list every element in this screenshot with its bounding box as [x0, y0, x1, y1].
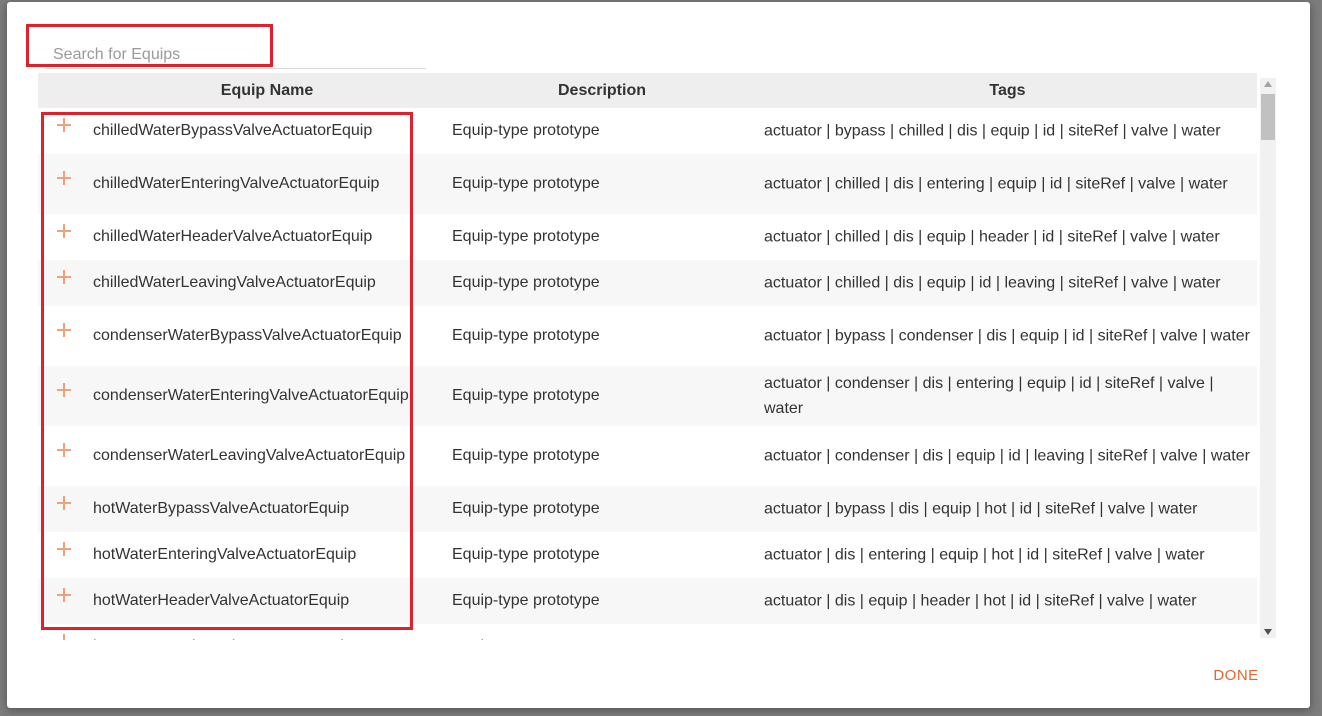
tags-cell: actuator | chilled | dis | equip | id | … [764, 274, 1221, 292]
equip-name-highlight-box [41, 112, 413, 630]
description-cell: Equip-type prototype [452, 228, 600, 245]
description-cell: Equip-type prototype [452, 175, 600, 192]
done-button[interactable]: DONE [1200, 662, 1272, 690]
tags-cell: actuator | chilled | dis | equip | heade… [764, 228, 1220, 246]
tags-cell: actuator | bypass | dis | equip | hot | … [764, 500, 1198, 518]
column-header-description[interactable]: Description [496, 73, 708, 108]
table-scrollbar[interactable] [1260, 78, 1276, 638]
column-header-tags[interactable]: Tags [758, 73, 1257, 108]
description-cell: Equip-type prototype [452, 274, 600, 291]
scroll-down-icon[interactable] [1264, 629, 1272, 635]
tags-cell: actuator | bypass | condenser | dis | eq… [764, 327, 1250, 345]
description-cell: Equip-type prototype [452, 447, 600, 464]
tags-cell: actuator | condenser | dis | equip | id … [764, 447, 1250, 465]
description-cell: Equip-type prototype [452, 122, 600, 139]
tags-cell: actuator | dis | entering | equip | hot … [764, 546, 1205, 564]
table-header: Equip Name Description Tags [38, 73, 1257, 108]
tags-cell: actuator | bypass | chilled | dis | equi… [764, 122, 1221, 140]
add-icon[interactable] [57, 634, 71, 640]
tags-cell: actuator | dis | equip | header | hot | … [764, 592, 1197, 610]
tags-cell: actuator | condenser | dis | entering | … [764, 375, 1214, 417]
column-header-name[interactable]: Equip Name [38, 73, 496, 108]
description-cell: Equip-type prototype [452, 500, 600, 517]
scroll-thumb[interactable] [1261, 94, 1275, 140]
description-cell: Equip-type prototype [452, 387, 600, 404]
description-cell: Equip-type prototype [452, 546, 600, 563]
description-cell: Equip-type prototype [452, 327, 600, 344]
description-cell: Equip-type prototype [452, 638, 600, 640]
tags-cell: actuator | dis | equip | hot | id | leav… [764, 635, 1254, 641]
scroll-up-icon[interactable] [1264, 81, 1272, 87]
description-cell: Equip-type prototype [452, 592, 600, 609]
search-highlight-box [26, 24, 273, 67]
tags-cell: actuator | chilled | dis | entering | eq… [764, 175, 1228, 193]
equip-name-cell: hotWaterLeavingValveActuatorEquip [93, 638, 353, 640]
